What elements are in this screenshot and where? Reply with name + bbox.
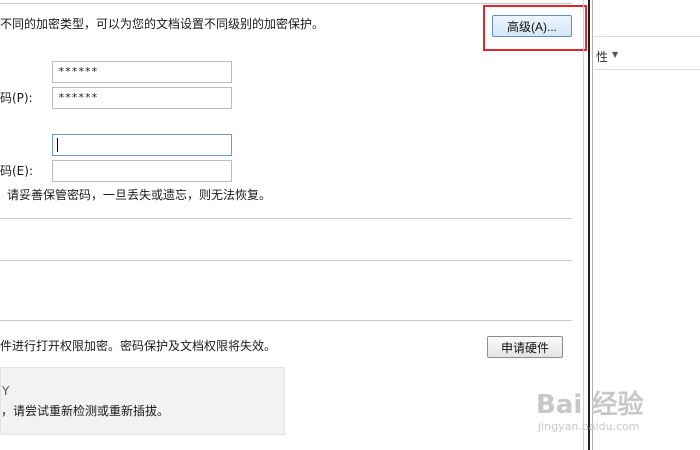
advanced-button-highlight <box>483 5 587 51</box>
section-divider-3 <box>0 320 572 321</box>
hardware-status-title: Y <box>2 384 10 398</box>
password-warning: 请妥善保管密码，一旦丢失或遗忘，则无法恢复。 <box>7 188 272 202</box>
right-panel-edge-dark <box>588 0 590 450</box>
edit-confirm-label: 码(E): <box>0 164 33 178</box>
right-panel: 性 ▼ <box>588 0 700 450</box>
open-confirm-input[interactable]: ****** <box>52 87 232 109</box>
open-password-input[interactable]: ****** <box>52 61 232 83</box>
section-divider-1 <box>0 218 572 219</box>
edit-password-input[interactable] <box>52 134 232 156</box>
watermark-logo: Bai 经验 <box>536 390 644 420</box>
edit-confirm-input[interactable] <box>52 160 232 182</box>
open-confirm-label: 码(P): <box>0 91 33 105</box>
right-panel-header[interactable]: 性 ▼ <box>594 36 700 70</box>
watermark-url: jingyan.baidu.com <box>538 420 640 433</box>
apply-hardware-button[interactable]: 申请硬件 <box>487 336 563 358</box>
top-divider <box>0 3 572 4</box>
section-divider-2 <box>0 260 572 261</box>
right-panel-edge-light <box>592 0 593 450</box>
text-caret <box>57 138 58 152</box>
content-right-border <box>583 0 584 450</box>
hardware-status-message: ，请尝试重新检测或重新插拔。 <box>1 404 170 418</box>
hardware-status-box: Y ，请尝试重新检测或重新插拔。 <box>0 367 285 435</box>
chevron-down-icon: ▼ <box>612 50 619 59</box>
hardware-description: 件进行打开权限加密。密码保护及文档权限将失效。 <box>0 339 277 353</box>
encryption-description: 不同的加密类型，可以为您的文档设置不同级别的加密保护。 <box>0 17 325 31</box>
right-panel-label: 性 <box>596 50 609 64</box>
